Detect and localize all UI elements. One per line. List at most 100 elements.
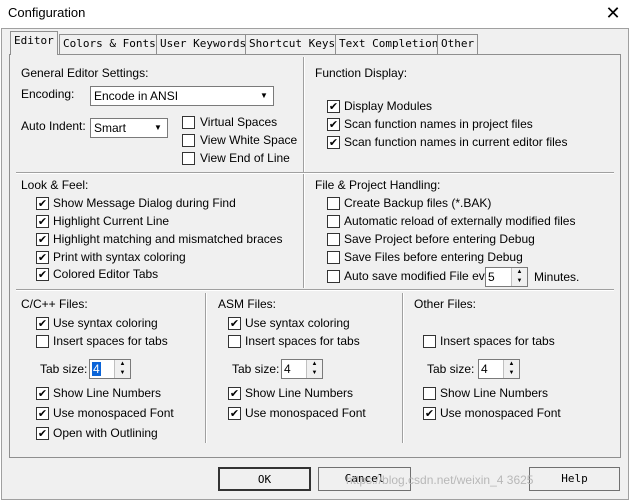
spinner-buttons[interactable]: ▲ ▼ — [511, 268, 527, 286]
spin-up-icon[interactable]: ▲ — [512, 268, 527, 277]
other-insert-spaces-label: Insert spaces for tabs — [440, 334, 555, 348]
spin-down-icon[interactable]: ▼ — [115, 369, 130, 378]
other-monospaced-checkbox[interactable]: ✔ — [423, 407, 436, 420]
separator-vertical-asm-other — [402, 293, 404, 443]
encoding-label: Encoding: — [21, 87, 75, 101]
separator-horizontal-2 — [16, 289, 614, 291]
other-insert-spaces-checkbox[interactable] — [423, 335, 436, 348]
tab-shortcut-keys[interactable]: Shortcut Keys — [245, 34, 340, 54]
asm-line-numbers-checkbox[interactable]: ✔ — [228, 387, 241, 400]
auto-save-minutes-value: 5 — [488, 270, 495, 284]
spin-up-icon[interactable]: ▲ — [504, 360, 519, 369]
window-title: Configuration — [8, 5, 86, 20]
scan-project-files-checkbox[interactable]: ✔ — [327, 118, 340, 131]
cpp-monospaced-checkbox[interactable]: ✔ — [36, 407, 49, 420]
cpp-syntax-coloring-checkbox[interactable]: ✔ — [36, 317, 49, 330]
other-line-numbers-label: Show Line Numbers — [440, 386, 549, 400]
tab-colors-fonts[interactable]: Colors & Fonts — [59, 34, 160, 54]
auto-save-checkbox[interactable] — [327, 270, 340, 283]
tab-user-keywords[interactable]: User Keywords — [156, 34, 251, 54]
save-files-debug-checkbox[interactable] — [327, 251, 340, 264]
cpp-files-title: C/C++ Files: — [21, 297, 88, 311]
tab-editor[interactable]: Editor — [10, 31, 58, 55]
asm-syntax-coloring-label: Use syntax coloring — [245, 316, 350, 330]
spin-down-icon[interactable]: ▼ — [307, 369, 322, 378]
virtual-spaces-label: Virtual Spaces — [200, 115, 278, 129]
view-white-space-checkbox[interactable] — [182, 134, 195, 147]
highlight-braces-checkbox[interactable]: ✔ — [36, 233, 49, 246]
spinner-buttons[interactable]: ▲ ▼ — [114, 360, 130, 378]
create-backup-label: Create Backup files (*.BAK) — [344, 196, 492, 210]
auto-save-label: Auto save modified File every — [344, 269, 502, 283]
cpp-tab-size-spinner[interactable]: 4 ▲ ▼ — [89, 359, 131, 379]
view-end-of-line-label: View End of Line — [200, 151, 290, 165]
highlight-braces-label: Highlight matching and mismatched braces — [53, 232, 283, 246]
other-tab-size-value: 4 — [481, 362, 488, 376]
general-settings-title: General Editor Settings: — [21, 66, 149, 80]
auto-indent-select[interactable]: Smart ▼ — [90, 118, 168, 138]
encoding-select[interactable]: Encode in ANSI ▼ — [90, 86, 274, 106]
cpp-insert-spaces-checkbox[interactable] — [36, 335, 49, 348]
separator-horizontal-1 — [16, 172, 614, 174]
print-syntax-coloring-label: Print with syntax coloring — [53, 250, 186, 264]
create-backup-checkbox[interactable] — [327, 197, 340, 210]
encoding-value: Encode in ANSI — [94, 89, 179, 103]
asm-tab-size-value: 4 — [284, 362, 291, 376]
auto-save-minutes-spinner[interactable]: 5 ▲ ▼ — [485, 267, 528, 287]
auto-reload-checkbox[interactable] — [327, 215, 340, 228]
asm-monospaced-label: Use monospaced Font — [245, 406, 366, 420]
cpp-tab-size-value: 4 — [92, 362, 101, 376]
cpp-outlining-checkbox[interactable]: ✔ — [36, 427, 49, 440]
asm-monospaced-checkbox[interactable]: ✔ — [228, 407, 241, 420]
close-icon[interactable]: ✕ — [603, 3, 623, 23]
help-button[interactable]: Help — [529, 467, 620, 491]
cpp-syntax-coloring-label: Use syntax coloring — [53, 316, 158, 330]
asm-insert-spaces-checkbox[interactable] — [228, 335, 241, 348]
tab-text-completion[interactable]: Text Completion — [335, 34, 443, 54]
scan-project-files-label: Scan function names in project files — [344, 117, 533, 131]
cpp-monospaced-label: Use monospaced Font — [53, 406, 174, 420]
other-line-numbers-checkbox[interactable] — [423, 387, 436, 400]
spin-down-icon[interactable]: ▼ — [504, 369, 519, 378]
spin-up-icon[interactable]: ▲ — [307, 360, 322, 369]
tab-other[interactable]: Other — [437, 34, 479, 54]
auto-indent-value: Smart — [94, 121, 127, 135]
other-files-title: Other Files: — [414, 297, 477, 311]
spinner-buttons[interactable]: ▲ ▼ — [306, 360, 322, 378]
spinner-buttons[interactable]: ▲ ▼ — [503, 360, 519, 378]
watermark-text: https://blog.csdn.net/weixin_4 3625 — [346, 473, 534, 487]
other-monospaced-label: Use monospaced Font — [440, 406, 561, 420]
asm-line-numbers-label: Show Line Numbers — [245, 386, 354, 400]
view-white-space-label: View White Space — [200, 133, 298, 147]
spin-down-icon[interactable]: ▼ — [512, 277, 527, 286]
scan-editor-files-label: Scan function names in current editor fi… — [344, 135, 568, 149]
asm-files-title: ASM Files: — [218, 297, 277, 311]
cpp-line-numbers-label: Show Line Numbers — [53, 386, 162, 400]
colored-editor-tabs-checkbox[interactable]: ✔ — [36, 268, 49, 281]
highlight-current-line-checkbox[interactable]: ✔ — [36, 215, 49, 228]
cpp-outlining-label: Open with Outlining — [53, 426, 158, 440]
cpp-insert-spaces-label: Insert spaces for tabs — [53, 334, 168, 348]
view-end-of-line-checkbox[interactable] — [182, 152, 195, 165]
asm-syntax-coloring-checkbox[interactable]: ✔ — [228, 317, 241, 330]
display-modules-label: Display Modules — [344, 99, 433, 113]
dropdown-arrow-icon: ▼ — [260, 91, 268, 100]
auto-reload-label: Automatic reload of externally modified … — [344, 214, 576, 228]
show-message-dialog-checkbox[interactable]: ✔ — [36, 197, 49, 210]
asm-insert-spaces-label: Insert spaces for tabs — [245, 334, 360, 348]
save-project-debug-checkbox[interactable] — [327, 233, 340, 246]
display-modules-checkbox[interactable]: ✔ — [327, 100, 340, 113]
minutes-label: Minutes. — [534, 270, 580, 284]
print-syntax-coloring-checkbox[interactable]: ✔ — [36, 251, 49, 264]
other-tab-size-spinner[interactable]: 4 ▲ ▼ — [478, 359, 520, 379]
asm-tab-size-spinner[interactable]: 4 ▲ ▼ — [281, 359, 323, 379]
save-files-debug-label: Save Files before entering Debug — [344, 250, 523, 264]
virtual-spaces-checkbox[interactable] — [182, 116, 195, 129]
cpp-line-numbers-checkbox[interactable]: ✔ — [36, 387, 49, 400]
scan-editor-files-checkbox[interactable]: ✔ — [327, 136, 340, 149]
look-feel-title: Look & Feel: — [21, 178, 89, 192]
ok-button[interactable]: OK — [218, 467, 311, 491]
spin-up-icon[interactable]: ▲ — [115, 360, 130, 369]
auto-indent-label: Auto Indent: — [21, 119, 86, 133]
file-project-title: File & Project Handling: — [315, 178, 441, 192]
